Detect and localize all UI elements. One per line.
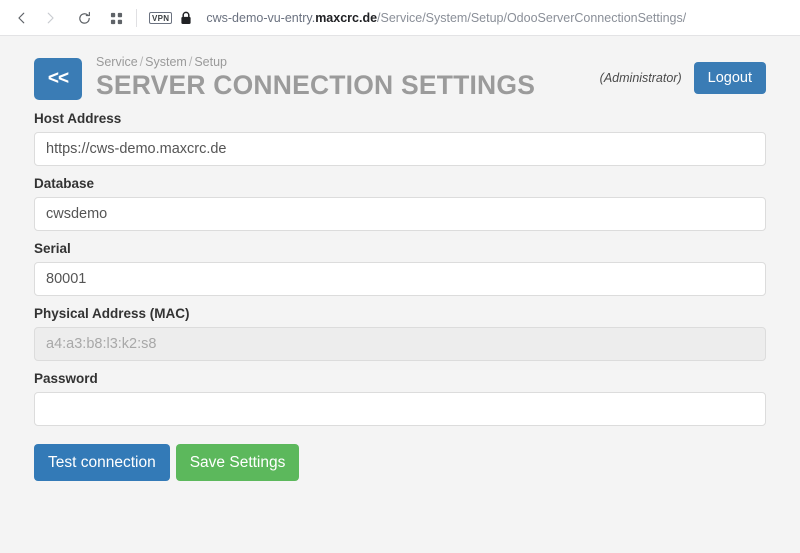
field-serial: Serial	[34, 240, 766, 296]
url-subdomain: cws-demo-vu-entry.	[206, 11, 316, 25]
label-host-address: Host Address	[34, 111, 122, 126]
forward-arrow-icon[interactable]	[36, 4, 64, 32]
field-database: Database	[34, 175, 766, 231]
page-content: << Service / System / Setup SERVER CONNECTIO…	[0, 36, 800, 481]
breadcrumb-item-system[interactable]: System	[145, 55, 187, 69]
host-address-input[interactable]	[34, 132, 766, 166]
form-actions: Test connection Save Settings	[34, 444, 766, 481]
logout-button[interactable]: Logout	[693, 62, 766, 94]
lock-icon[interactable]	[180, 11, 192, 25]
title-block: Service / System / Setup SERVER CONNECTION S…	[96, 52, 535, 99]
page-header-right: (Administrator) Logout	[600, 62, 766, 94]
server-connection-form: Host Address Database Serial Physical Ad…	[34, 110, 766, 481]
label-database: Database	[34, 176, 95, 191]
toolbar-divider	[136, 9, 137, 27]
page-header-left: << Service / System / Setup SERVER CONNECTIO…	[34, 52, 535, 100]
save-settings-button[interactable]: Save Settings	[175, 444, 300, 481]
toolbar-bottom-border	[0, 35, 800, 36]
field-physical-address-mac: Physical Address (MAC)	[34, 305, 766, 361]
url-bar[interactable]: cws-demo-vu-entry.maxcrc.de/Service/Syst…	[206, 11, 686, 25]
field-password: Password	[34, 370, 766, 426]
breadcrumb-item-service[interactable]: Service	[96, 55, 138, 69]
label-password: Password	[34, 371, 98, 386]
physical-address-mac-input	[34, 327, 766, 361]
label-physical-address-mac: Physical Address (MAC)	[34, 306, 190, 321]
reload-icon[interactable]	[70, 4, 98, 32]
url-host: maxcrc.de	[315, 11, 378, 25]
password-input[interactable]	[34, 392, 766, 426]
serial-input[interactable]	[34, 262, 766, 296]
browser-toolbar: VPN cws-demo-vu-entry.maxcrc.de/Service/…	[0, 0, 800, 36]
url-path: /Service/System/Setup/OdooServerConnecti…	[377, 11, 687, 25]
page-title: SERVER CONNECTION SETTINGS	[96, 70, 536, 100]
breadcrumb-item-setup[interactable]: Setup	[194, 55, 227, 69]
grid-apps-icon[interactable]	[102, 4, 130, 32]
page-header: << Service / System / Setup SERVER CONNECTIO…	[34, 52, 766, 100]
label-serial: Serial	[34, 241, 71, 256]
database-input[interactable]	[34, 197, 766, 231]
back-button[interactable]: <<	[34, 58, 82, 100]
field-host-address: Host Address	[34, 110, 766, 166]
vpn-badge[interactable]: VPN	[149, 12, 173, 24]
test-connection-button[interactable]: Test connection	[34, 444, 170, 481]
back-arrow-icon[interactable]	[8, 4, 36, 32]
breadcrumb: Service / System / Setup	[96, 54, 535, 70]
user-role-label: (Administrator)	[599, 71, 682, 85]
